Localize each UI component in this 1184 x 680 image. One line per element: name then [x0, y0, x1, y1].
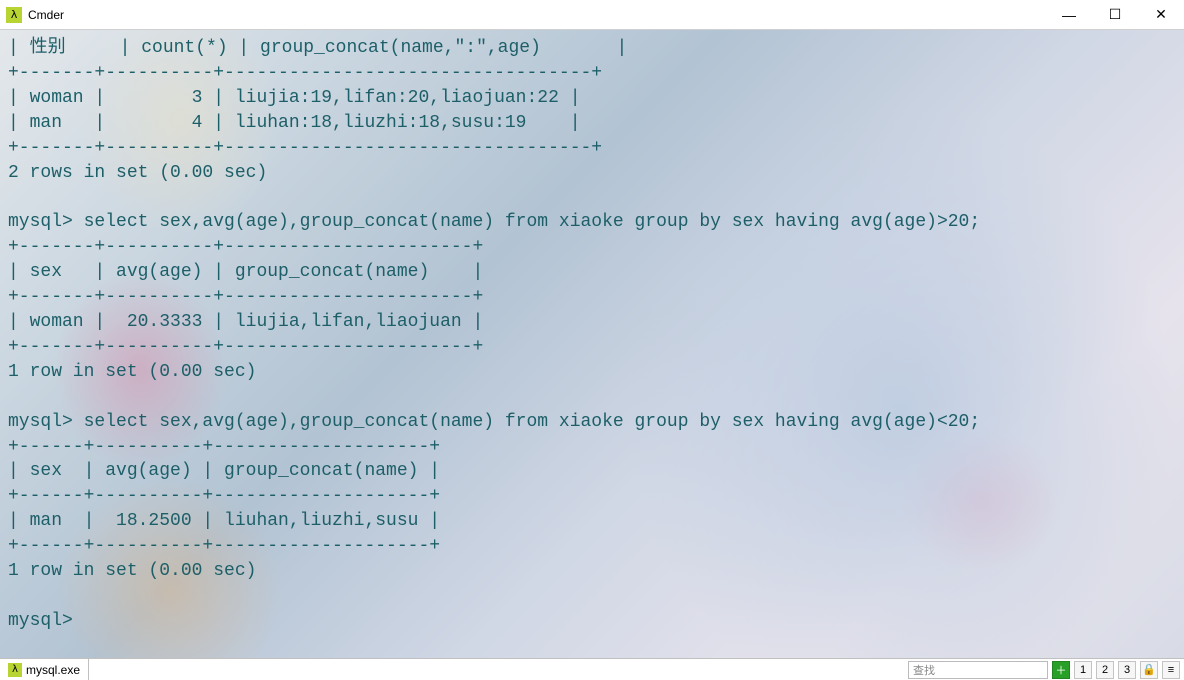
terminal-line: +-------+----------+--------------------… — [8, 138, 602, 158]
menu-button[interactable]: ≡ — [1162, 661, 1180, 679]
terminal-line: +------+----------+--------------------+ — [8, 536, 440, 556]
tab-mysql[interactable]: λ mysql.exe — [0, 659, 89, 680]
terminal-line: +-------+----------+--------------------… — [8, 63, 602, 83]
terminal-line: 2 rows in set (0.00 sec) — [8, 163, 267, 183]
terminal-line: | man | 18.2500 | liuhan,liuzhi,susu | — [8, 511, 440, 531]
terminal-line: mysql> select sex,avg(age),group_concat(… — [8, 412, 980, 432]
terminal-line: +-------+----------+--------------------… — [8, 237, 483, 257]
terminal-line: 1 row in set (0.00 sec) — [8, 561, 256, 581]
window-title: Cmder — [28, 8, 64, 22]
terminal-line: | sex | avg(age) | group_concat(name) | — [8, 262, 483, 282]
statusbar: λ mysql.exe 查找 ＋ 1 2 3 🔒 ≡ — [0, 658, 1184, 680]
terminal-line: | man | 4 | liuhan:18,liuzhi:18,susu:19 … — [8, 113, 581, 133]
close-button[interactable]: ✕ — [1138, 0, 1184, 30]
terminal-line: | woman | 20.3333 | liujia,lifan,liaojua… — [8, 312, 483, 332]
maximize-button[interactable]: ☐ — [1092, 0, 1138, 30]
app-icon: λ — [6, 7, 22, 23]
terminal-line: +-------+----------+--------------------… — [8, 337, 483, 357]
console-1-button[interactable]: 1 — [1074, 661, 1092, 679]
window-controls: — ☐ ✕ — [1046, 0, 1184, 30]
terminal-line: +------+----------+--------------------+ — [8, 437, 440, 457]
terminal-line: +------+----------+--------------------+ — [8, 486, 440, 506]
console-2-button[interactable]: 2 — [1096, 661, 1114, 679]
terminal-output: | 性别 | count(*) | group_concat(name,":",… — [0, 30, 1184, 640]
terminal-line: 1 row in set (0.00 sec) — [8, 362, 256, 382]
titlebar: λ Cmder — ☐ ✕ — [0, 0, 1184, 30]
tab-label: mysql.exe — [26, 663, 80, 677]
terminal-viewport[interactable]: | 性别 | count(*) | group_concat(name,":",… — [0, 30, 1184, 658]
terminal-line: mysql> — [8, 611, 73, 631]
add-tab-button[interactable]: ＋ — [1052, 661, 1070, 679]
terminal-line: | sex | avg(age) | group_concat(name) | — [8, 461, 440, 481]
minimize-button[interactable]: — — [1046, 0, 1092, 30]
terminal-line: +-------+----------+--------------------… — [8, 287, 483, 307]
search-input[interactable]: 查找 — [908, 661, 1048, 679]
terminal-line: mysql> select sex,avg(age),group_concat(… — [8, 212, 980, 232]
tab-icon: λ — [8, 663, 22, 677]
lock-icon[interactable]: 🔒 — [1140, 661, 1158, 679]
terminal-line: | 性别 | count(*) | group_concat(name,":",… — [8, 38, 627, 58]
terminal-line: | woman | 3 | liujia:19,lifan:20,liaojua… — [8, 88, 581, 108]
statusbar-right-group: 查找 ＋ 1 2 3 🔒 ≡ — [908, 659, 1184, 680]
console-3-button[interactable]: 3 — [1118, 661, 1136, 679]
